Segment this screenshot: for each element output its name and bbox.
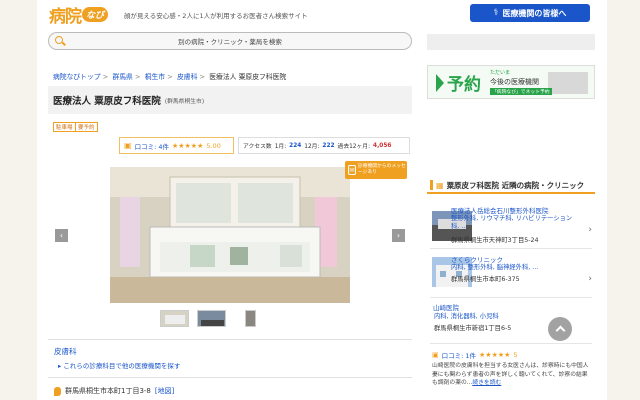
- breadcrumb-prefecture[interactable]: 群馬県: [112, 73, 132, 81]
- rating-stars: ★★★★★: [479, 351, 511, 359]
- breadcrumb-city[interactable]: 桐生市: [145, 73, 165, 81]
- site-logo[interactable]: 病院 なび: [49, 4, 109, 27]
- clinic-name[interactable]: さくらクリニック: [451, 254, 503, 264]
- building-icon: ▦: [436, 180, 444, 190]
- for-medical-institutions-button[interactable]: ⚕ 医療機関の皆様へ: [470, 4, 590, 22]
- message-icon: ✉: [348, 165, 356, 175]
- logo-navi: なび: [82, 6, 109, 22]
- ad-headline: 予約: [447, 75, 481, 95]
- breadcrumb: 病院なびトップ > 群馬県 > 桐生市 > 皮膚科 > 医療法人 粟原皮フ科医院: [53, 73, 287, 81]
- tagline: 顔が見える安心感・2人に1人が利用するお医者さん検索サイト: [124, 12, 308, 20]
- specialty-link[interactable]: 皮膚科: [54, 346, 77, 357]
- access-12: 222: [322, 142, 335, 149]
- scroll-to-top-button[interactable]: [548, 317, 572, 341]
- logo-kanji: 病院: [49, 6, 82, 27]
- address-text: 群馬県桐生市本町1丁目3-8: [65, 387, 151, 395]
- chevron-right-icon: ›: [396, 231, 401, 240]
- section-divider: [48, 339, 412, 340]
- rating-score: 5.00: [206, 141, 221, 150]
- nearby-clinic-item[interactable]: 医療法人岳総会石川整形外科医院 整形外科, リウマチ科, リハビリテーション科,…: [430, 205, 595, 247]
- rating-stars: ★★★★★: [171, 141, 204, 150]
- page-subtitle: (群馬県桐生市): [164, 98, 205, 105]
- clinic-photo: [110, 167, 350, 303]
- nearby-clinics-heading: ▦ 粟原皮フ科医院 近隣の病院・クリニック: [427, 178, 595, 194]
- clinic-address: 群馬県桐生市天神町3丁目5-24: [451, 237, 539, 244]
- search-placeholder: 別の病院・クリニック・薬局を検索: [178, 38, 282, 46]
- photo-thumbnail[interactable]: [245, 310, 256, 327]
- sidebar-review-summary[interactable]: ▣ 口コミ: 1件 ★★★★★ 5: [432, 350, 518, 360]
- heading-accent-bar: [430, 180, 433, 190]
- stethoscope-icon: ⚕: [493, 8, 499, 18]
- list-divider: [430, 297, 592, 298]
- review-summary[interactable]: ▣ 口コミ: 4件 ★★★★★ 5.00: [119, 137, 234, 154]
- photo-thumbnail[interactable]: [160, 310, 189, 327]
- rating-score: 5: [513, 351, 518, 359]
- sidebar-top-bar: [427, 34, 595, 50]
- map-link[interactable]: [地図]: [155, 386, 174, 396]
- clinic-departments: 内科, 整形外科, 脳神経外科, ...: [451, 264, 539, 271]
- review-count: 口コミ: 4件: [134, 142, 169, 151]
- tag-parking: 駐車場: [53, 122, 76, 132]
- page-title: 医療法人 粟原皮フ科医院: [53, 96, 161, 107]
- chevron-right-icon: ›: [588, 225, 592, 235]
- read-more-link[interactable]: 続きを読む: [472, 380, 501, 386]
- chat-icon: ▣: [432, 351, 439, 359]
- access-counter: アクセス数 1月: 224 12月: 222 過去12ヶ月: 4,056: [238, 137, 410, 154]
- access-year-label: 過去12ヶ月:: [337, 144, 371, 150]
- search-input[interactable]: 別の病院・クリニック・薬局を検索: [48, 32, 412, 50]
- clinic-title-bar: 医療法人 粟原皮フ科医院 (群馬県桐生市): [48, 86, 412, 114]
- chevron-right-icon: ›: [588, 274, 592, 284]
- clinic-address: 群馬県桐生市新宿1丁目6-5: [434, 325, 512, 332]
- nearby-clinics-title: 粟原皮フ科医院 近隣の病院・クリニック: [446, 180, 585, 190]
- access-label: アクセス数: [243, 144, 272, 150]
- photo-prev-button[interactable]: ‹: [55, 229, 68, 242]
- photo-next-button[interactable]: ›: [392, 229, 405, 242]
- chat-icon: ▣: [124, 141, 132, 150]
- pro-button-label: 医療機関の皆様へ: [502, 8, 567, 18]
- map-pin-icon: [54, 386, 61, 396]
- clinic-departments: 内科, 消化器科, 小児科: [434, 313, 499, 320]
- access-year: 4,056: [373, 142, 392, 149]
- review-excerpt: 山崎医院の皮膚科を担当する女医さんは、診察時にも中国人妻にも関わらず患者の声を詳…: [432, 363, 589, 386]
- message-badge-text: 診療機関からのメッセージあり: [357, 164, 406, 175]
- clinic-name[interactable]: 山崎医院: [433, 302, 459, 312]
- list-divider: [430, 343, 592, 344]
- breadcrumb-top[interactable]: 病院なびトップ: [53, 73, 101, 81]
- search-same-specialty-link[interactable]: ▸ これらの診療科目で他の医療機関を探す: [58, 360, 180, 370]
- sidebar-review-count: 口コミ: 1件: [441, 352, 477, 360]
- chevron-left-icon: ‹: [59, 231, 64, 240]
- access-1day-label: 1月:: [274, 144, 287, 150]
- clinic-address: 群馬県桐生市本町6-375: [451, 276, 520, 283]
- chevron-up-icon: [555, 325, 565, 336]
- ad-caption: 「病院なび」でネット予約: [490, 88, 552, 95]
- clinic-address: 群馬県桐生市本町1丁目3-8 [地図]: [54, 386, 174, 396]
- message-badge[interactable]: ✉ 診療機関からのメッセージあり: [345, 161, 407, 179]
- ad-label: 今後の医療機関: [490, 78, 539, 86]
- reservation-ad-banner[interactable]: 予約 ただいま 今後の医療機関 「病院なび」でネット予約: [427, 65, 595, 99]
- clinic-name[interactable]: 医療法人岳総会石川整形外科医院: [451, 205, 549, 215]
- sidebar-review-text: 山崎医院の皮膚科を担当する女医さんは、診察時にも中国人妻にも関わらず患者の声を詳…: [432, 362, 592, 388]
- photo-thumbnail[interactable]: [197, 310, 226, 327]
- search-icon: [55, 36, 66, 46]
- tag-reservation: 要予約: [75, 122, 98, 132]
- breadcrumb-specialty[interactable]: 皮膚科: [177, 73, 197, 81]
- nearby-clinic-item[interactable]: さくらクリニック 内科, 整形外科, 脳神経外科, ... 群馬県桐生市本町6-…: [430, 254, 595, 294]
- ad-small-text: ただいま: [490, 70, 511, 76]
- section-divider: [48, 377, 412, 378]
- access-12-label: 12月:: [304, 144, 320, 150]
- list-divider: [430, 248, 592, 249]
- clinic-departments: 整形外科, リウマチ科, リハビリテーション科, ...: [451, 215, 573, 230]
- access-1day: 224: [289, 142, 302, 149]
- breadcrumb-current: 医療法人 粟原皮フ科医院: [209, 73, 287, 81]
